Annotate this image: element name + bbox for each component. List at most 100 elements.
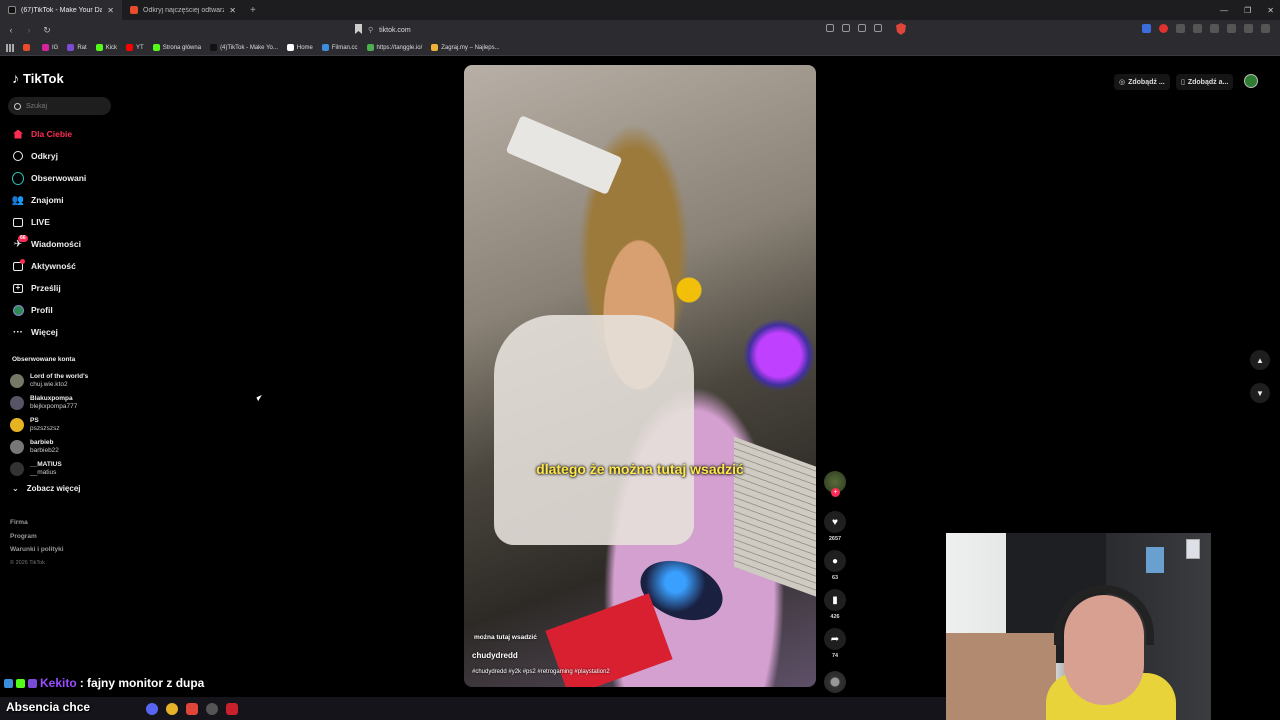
previous-video-button[interactable]: ▲ <box>1250 350 1270 370</box>
minimize-icon[interactable]: — <box>1220 6 1228 15</box>
restore-icon[interactable]: ❐ <box>1244 6 1251 15</box>
puzzle-icon[interactable] <box>1193 24 1202 33</box>
share-button[interactable]: ➦ <box>824 628 846 650</box>
music-disc-icon[interactable] <box>824 671 846 693</box>
sidebar-item-friends[interactable]: 👥 Znajomi <box>0 189 120 211</box>
share-icon[interactable] <box>874 24 882 32</box>
video-player[interactable]: dlatego że można tutaj wsadzić można tut… <box>464 65 816 687</box>
audio-icon[interactable] <box>1142 24 1151 33</box>
bookmark-favicon-icon <box>210 44 218 51</box>
sidebar-item-more[interactable]: ··· Więcej <box>0 321 120 343</box>
bookmark-item[interactable]: IG <box>42 44 58 51</box>
record-icon[interactable] <box>1159 24 1168 33</box>
save-button[interactable]: ▮ <box>824 589 846 611</box>
sidebar-item-profile[interactable]: Profil <box>0 299 120 321</box>
nav-label: Więcej <box>31 327 58 337</box>
bookmark-favicon-icon <box>95 44 103 51</box>
video-author[interactable]: chudydredd <box>472 651 518 660</box>
tiktok-note-icon: ♪ <box>12 70 19 86</box>
list-item[interactable]: Lord of the world's chuj.wie.kto2 <box>10 370 88 392</box>
mute-icon[interactable] <box>826 24 834 32</box>
search-input[interactable]: Szukaj <box>8 97 111 115</box>
sidebar-item-following[interactable]: Obserwowani <box>0 167 120 189</box>
next-video-button[interactable]: ▼ <box>1250 383 1270 403</box>
app-icon[interactable] <box>226 702 238 715</box>
bookmark-item[interactable]: https://tanggle.io/ <box>366 44 422 51</box>
video-hashtags[interactable]: #chudydredd #y2k #ps2 #retrogaming #play… <box>472 669 610 675</box>
get-coins-button[interactable]: ◎ Zdobądź ... <box>1114 74 1170 90</box>
chevron-down-icon: ⌄ <box>12 484 19 493</box>
bookmark-item[interactable]: YT <box>126 44 144 51</box>
site-info-icon[interactable]: ⚲ <box>368 26 373 34</box>
close-window-icon[interactable]: ✕ <box>1267 6 1274 15</box>
account-username: pszszszsz <box>30 425 60 432</box>
bookmark-favicon-icon <box>366 44 374 51</box>
url-text: tiktok.com <box>379 26 411 34</box>
sidebar-item-for-you[interactable]: Dla Ciebie <box>0 123 120 145</box>
nav-label: Znajomi <box>31 195 64 205</box>
list-item[interactable]: __MATIUS __matius <box>10 458 88 480</box>
translate-icon[interactable] <box>858 24 866 32</box>
close-tab-icon[interactable]: ✕ <box>229 6 236 15</box>
bookmark-label: Rat <box>77 44 87 51</box>
tab-label: Odkryj najczęściej odtwarzane utwo... <box>143 6 225 14</box>
close-tab-icon[interactable]: ✕ <box>107 6 114 15</box>
obs-icon[interactable] <box>206 702 218 715</box>
sidebar-item-upload[interactable]: + Prześlij <box>0 277 120 299</box>
menu-icon[interactable] <box>1261 24 1270 33</box>
messages-badge: 66 <box>18 235 28 242</box>
nav-label: Aktywność <box>31 261 76 271</box>
back-icon[interactable]: ‹ <box>4 25 18 35</box>
bookmark-item[interactable]: (4)TikTok - Make Yo... <box>210 44 278 51</box>
bookmark-item[interactable]: Zagraj.my – Najleps... <box>431 44 500 51</box>
list-item[interactable]: PS pszszszsz <box>10 414 88 436</box>
new-tab-button[interactable]: + <box>244 5 262 16</box>
avatar <box>10 374 24 388</box>
bookmark-item[interactable]: Rat <box>67 44 87 51</box>
sidebar-item-explore[interactable]: Odkryj <box>0 145 120 167</box>
like-button[interactable]: ♥ <box>824 511 846 533</box>
extensions-row <box>1142 24 1270 33</box>
wallet-icon[interactable] <box>1244 24 1253 33</box>
sidebar-item-live[interactable]: LIVE <box>0 211 120 233</box>
sidebar-item-messages[interactable]: ✈ 66 Wiadomości <box>0 233 120 255</box>
get-app-button[interactable]: ▯ Zdobądź a... <box>1176 74 1234 90</box>
video-scene-person <box>494 315 694 545</box>
footer-link-terms[interactable]: Warunki i polityki <box>10 543 64 557</box>
tab-bar: (67)TikTok - Make Your Day ✕ Odkryj najc… <box>0 0 1280 20</box>
bookmark-icon[interactable] <box>355 24 362 34</box>
comment-button[interactable]: ● <box>824 550 846 572</box>
list-item[interactable]: Blakuxpompa blejkxpompa777 <box>10 392 88 414</box>
brave-icon[interactable] <box>186 702 198 715</box>
comment-icon: ● <box>831 555 839 567</box>
chrome-icon[interactable] <box>166 702 178 715</box>
bookmark-item[interactable]: Home <box>286 44 313 51</box>
bookmark-item[interactable] <box>23 44 33 51</box>
sidebar-icon[interactable] <box>1210 24 1219 33</box>
creator-avatar[interactable]: + <box>824 471 846 497</box>
tiktok-logo[interactable]: ♪ TikTok <box>12 70 64 86</box>
follow-plus-icon[interactable]: + <box>831 488 840 497</box>
bookmark-item[interactable]: Strona główna <box>152 44 201 51</box>
reload-icon[interactable]: ↻ <box>40 25 54 36</box>
tab-tiktok[interactable]: (67)TikTok - Make Your Day ✕ <box>0 0 122 20</box>
bookmark-item[interactable]: Filman.cc <box>321 44 358 51</box>
sidebar-item-activity[interactable]: Aktywność <box>0 255 120 277</box>
webcam-poster <box>1186 539 1200 559</box>
footer-link-program[interactable]: Program <box>10 530 64 544</box>
bookmark-item[interactable]: Kick <box>95 44 117 51</box>
see-more-button[interactable]: ⌄ Zobacz więcej <box>12 484 81 493</box>
comment-count: 63 <box>831 575 839 581</box>
cast-icon[interactable] <box>842 24 850 32</box>
list-item[interactable]: barbieb barbieb22 <box>10 436 88 458</box>
footer-link-company[interactable]: Firma <box>10 516 64 530</box>
forward-icon[interactable]: › <box>22 25 36 35</box>
media-icon[interactable] <box>1227 24 1236 33</box>
bookmark-favicon-icon <box>67 44 75 51</box>
tab-music[interactable]: Odkryj najczęściej odtwarzane utwo... ✕ <box>122 0 244 20</box>
apps-icon[interactable] <box>6 43 14 52</box>
see-more-label: Zobacz więcej <box>26 484 81 493</box>
extension-icon[interactable] <box>1176 24 1185 33</box>
profile-avatar[interactable] <box>1244 74 1258 88</box>
discord-icon[interactable] <box>146 702 158 715</box>
